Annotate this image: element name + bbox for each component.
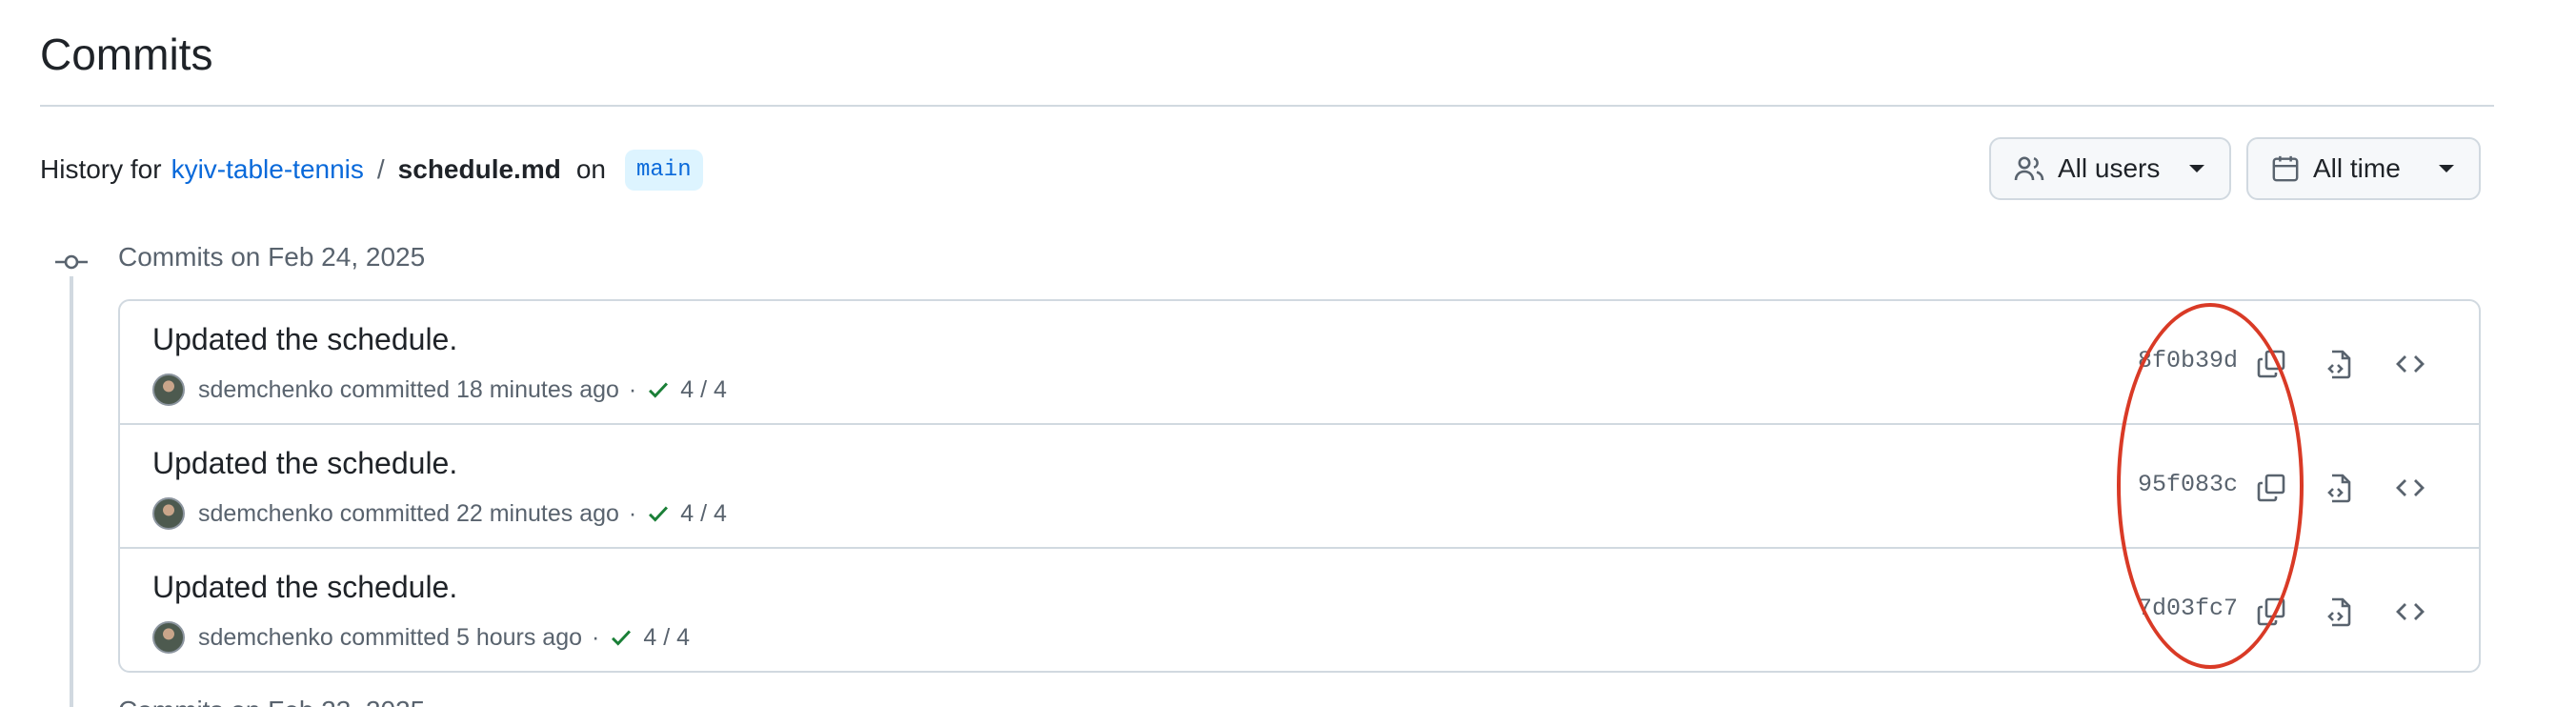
- people-icon: [2014, 156, 2044, 181]
- timeline-line: [70, 276, 73, 707]
- copy-icon: [2257, 597, 2285, 626]
- commit-time: 18 minutes ago: [455, 375, 619, 403]
- meta-separator: ·: [592, 623, 600, 651]
- view-file-button[interactable]: [2321, 469, 2359, 507]
- chevron-down-icon: [2189, 165, 2204, 172]
- title-divider: [40, 105, 2494, 107]
- file-name: schedule.md: [397, 154, 561, 184]
- browse-repo-button[interactable]: [2391, 469, 2429, 507]
- copy-icon: [2257, 350, 2285, 378]
- commit-meta: sdemchenko committed 22 minutes ago · 4 …: [152, 497, 727, 530]
- all-time-label: All time: [2313, 153, 2401, 183]
- commit-row: Updated the schedule. sdemchenko committ…: [120, 549, 2479, 673]
- meta-separator: ·: [628, 375, 637, 403]
- meta-separator: ·: [628, 499, 637, 527]
- avatar[interactable]: [152, 497, 185, 530]
- commit-action: committed: [339, 623, 451, 651]
- checks-count[interactable]: 4 / 4: [643, 624, 690, 652]
- all-time-button[interactable]: All time: [2246, 137, 2481, 200]
- commit-message[interactable]: Updated the schedule.: [152, 322, 457, 357]
- commit-sha[interactable]: 95f083c: [2138, 471, 2238, 498]
- view-file-button[interactable]: [2321, 345, 2359, 383]
- check-icon[interactable]: [646, 501, 671, 526]
- commit-author[interactable]: sdemchenko: [198, 500, 333, 528]
- file-code-icon: [2327, 597, 2351, 627]
- all-users-label: All users: [2058, 153, 2161, 183]
- browse-repo-button[interactable]: [2391, 593, 2429, 631]
- copy-sha-button[interactable]: [2252, 345, 2290, 383]
- file-code-icon: [2327, 474, 2351, 503]
- commit-sha[interactable]: 7d03fc7: [2138, 595, 2238, 622]
- history-prefix: History for: [40, 154, 162, 184]
- commit-action: committed: [339, 499, 451, 527]
- branch-badge[interactable]: main: [625, 149, 703, 191]
- commit-message[interactable]: Updated the schedule.: [152, 570, 457, 605]
- page-title: Commits: [40, 30, 213, 79]
- path-separator: /: [376, 154, 385, 184]
- calendar-icon: [2272, 155, 2299, 182]
- commit-message[interactable]: Updated the schedule.: [152, 446, 457, 481]
- commit-row: Updated the schedule. sdemchenko committ…: [120, 301, 2479, 425]
- copy-sha-button[interactable]: [2252, 469, 2290, 507]
- view-file-button[interactable]: [2321, 593, 2359, 631]
- copy-icon: [2257, 474, 2285, 502]
- commit-date-header: Commits on Feb 23, 2025: [118, 696, 425, 707]
- commit-row: Updated the schedule. sdemchenko committ…: [120, 425, 2479, 549]
- commit-author[interactable]: sdemchenko: [198, 624, 333, 652]
- code-icon: [2396, 355, 2425, 373]
- avatar[interactable]: [152, 621, 185, 654]
- git-commit-icon: [55, 254, 88, 270]
- commit-time: 5 hours ago: [455, 623, 583, 651]
- repo-link[interactable]: kyiv-table-tennis: [171, 154, 364, 185]
- commit-sha[interactable]: 8f0b39d: [2138, 347, 2238, 374]
- file-code-icon: [2327, 350, 2351, 379]
- on-label: on: [575, 154, 606, 184]
- check-icon[interactable]: [646, 377, 671, 402]
- check-icon[interactable]: [609, 625, 634, 650]
- commit-author[interactable]: sdemchenko: [198, 376, 333, 404]
- commit-list: Updated the schedule. sdemchenko committ…: [118, 299, 2481, 673]
- checks-count[interactable]: 4 / 4: [680, 376, 727, 404]
- chevron-down-icon: [2439, 165, 2454, 172]
- commit-meta: sdemchenko committed 18 minutes ago · 4 …: [152, 374, 727, 406]
- avatar[interactable]: [152, 374, 185, 406]
- commit-action: committed: [339, 375, 451, 403]
- commit-time: 22 minutes ago: [455, 499, 619, 527]
- code-icon: [2396, 479, 2425, 496]
- history-breadcrumb: History for kyiv-table-tennis / schedule…: [40, 149, 703, 191]
- copy-sha-button[interactable]: [2252, 593, 2290, 631]
- commit-date-header: Commits on Feb 24, 2025: [118, 242, 426, 272]
- checks-count[interactable]: 4 / 4: [680, 500, 727, 528]
- browse-repo-button[interactable]: [2391, 345, 2429, 383]
- commit-meta: sdemchenko committed 5 hours ago · 4 / 4: [152, 621, 690, 654]
- code-icon: [2396, 603, 2425, 620]
- all-users-button[interactable]: All users: [1989, 137, 2231, 200]
